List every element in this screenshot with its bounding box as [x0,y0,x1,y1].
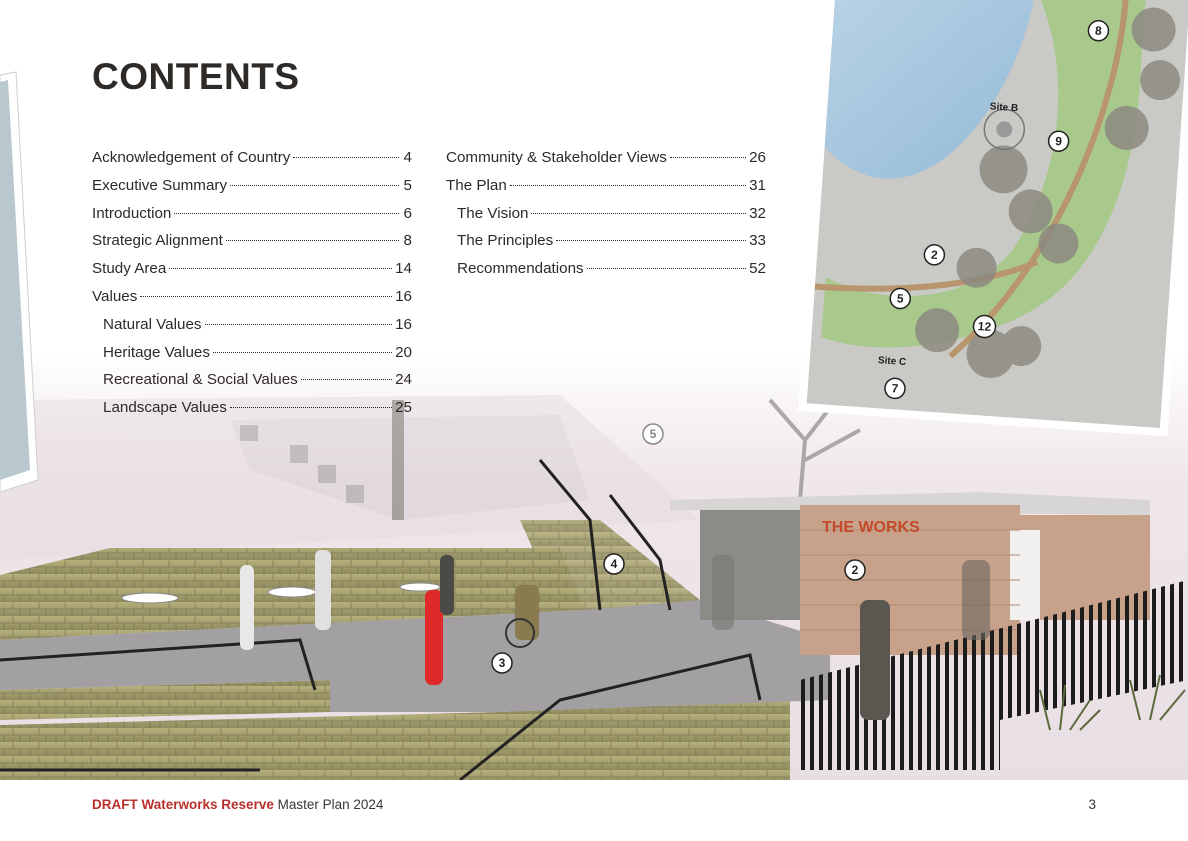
page-title: CONTENTS [92,56,300,97]
toc-entry[interactable]: Community & Stakeholder Views 26 [446,149,766,177]
toc-entry-page: 33 [749,232,766,250]
toc-entry-page: 16 [395,287,412,305]
toc-entry-title: Strategic Alignment [92,232,223,250]
toc-entry-page: 31 [749,176,766,194]
toc-entry-title: The Vision [457,204,529,222]
toc-entry-page: 24 [395,371,412,389]
toc-entry[interactable]: Heritage Values 20 [92,344,412,372]
toc-entry[interactable]: Study Area 14 [92,260,412,288]
toc-entry-page: 25 [395,399,412,417]
toc-dot-leader [225,240,399,242]
toc-entry[interactable]: Recommendations 52 [446,260,766,288]
toc-entry-title: Heritage Values [103,343,210,361]
toc-entry[interactable]: The Principles 33 [446,232,766,260]
map-marker: 2 [931,248,939,262]
toc-entry-title: Acknowledgement of Country [92,149,291,166]
toc-entry-page: 5 [403,176,412,194]
toc-entry[interactable]: Recreational & Social Values 24 [92,371,412,399]
toc-dot-leader [586,268,747,270]
toc-dot-leader [212,351,393,353]
toc-entry-page: 14 [395,260,412,278]
toc-entry-title: Values [92,287,138,305]
map-marker: 9 [1055,134,1063,148]
map-marker: 8 [1095,23,1103,37]
site-c-label: Site C [877,355,906,368]
toc-entry[interactable]: Values 16 [92,288,412,316]
table-of-contents-right: Community & Stakeholder Views 26 The Plan 3… [446,149,766,288]
map-marker: 12 [977,319,992,334]
toc-entry[interactable]: Landscape Values 25 [92,399,412,427]
toc-entry-page: 4 [403,149,412,166]
toc-dot-leader [230,184,399,186]
toc-entry-title: Recreational & Social Values [103,371,298,389]
toc-dot-leader [169,268,393,270]
toc-entry-title: The Principles [457,232,554,250]
toc-entry-page: 20 [395,343,412,361]
toc-entry-page: 32 [749,204,766,222]
toc-entry-page: 6 [403,204,412,222]
toc-entry-title: Community & Stakeholder Views [446,149,667,166]
site-b-label: Site B [989,101,1018,114]
toc-dot-leader [300,379,393,381]
illustration-marker-4: 4 [603,553,625,575]
footer-title: DRAFT Waterworks Reserve Master Plan 202… [92,797,383,812]
toc-dot-leader [204,323,393,325]
svg-text:2: 2 [852,563,859,577]
toc-entry-page: 26 [749,149,766,166]
toc-entry-title: Introduction [92,204,172,222]
toc-entry-title: Executive Summary [92,176,228,194]
site-plan-map: Site B Site C 8 9 2 5 12 7 [798,0,1188,437]
toc-entry[interactable]: Introduction 6 [92,205,412,233]
toc-dot-leader [509,184,747,186]
toc-entry[interactable]: Natural Values 16 [92,316,412,344]
toc-entry-page: 8 [403,232,412,250]
toc-entry[interactable]: The Plan 31 [446,177,766,205]
toc-entry-title: Natural Values [103,315,202,333]
toc-entry[interactable]: Acknowledgement of Country 4 [92,149,412,177]
toc-dot-leader [556,240,747,242]
illustration-marker-5: 5 [642,423,664,445]
toc-dot-leader [174,212,399,214]
map-marker: 7 [891,381,899,395]
svg-text:5: 5 [650,427,657,441]
svg-text:3: 3 [499,656,506,670]
toc-dot-leader [531,212,747,214]
toc-entry-page: 16 [395,315,412,333]
illustration-marker-2: 2 [844,559,866,581]
footer-rest: Master Plan 2024 [277,797,384,812]
toc-dot-leader [293,157,399,158]
toc-entry-title: Landscape Values [103,399,227,417]
toc-dot-leader [229,407,393,409]
toc-entry-page: 52 [749,260,766,278]
footer-project: Waterworks Reserve [141,797,274,812]
footer-draft: DRAFT [92,797,138,812]
toc-entry-title: Study Area [92,260,167,278]
building-sign: THE WORKS [822,519,920,536]
toc-entry[interactable]: Executive Summary 5 [92,177,412,205]
toc-dot-leader [669,157,747,158]
document-page: THE WORKS 5 4 2 3 Site B Site C 8 9 2 5 … [0,0,1188,841]
toc-entry-title: The Plan [446,176,507,194]
illustration-marker-3: 3 [491,652,513,674]
toc-entry[interactable]: Strategic Alignment 8 [92,232,412,260]
page-number: 3 [1088,797,1096,812]
svg-text:4: 4 [611,557,618,571]
table-of-contents-left: Acknowledgement of Country 4 Executive Sum… [92,149,412,427]
toc-entry[interactable]: The Vision 32 [446,205,766,233]
toc-dot-leader [140,295,393,297]
toc-entry-title: Recommendations [457,260,584,278]
map-marker: 5 [896,291,904,305]
